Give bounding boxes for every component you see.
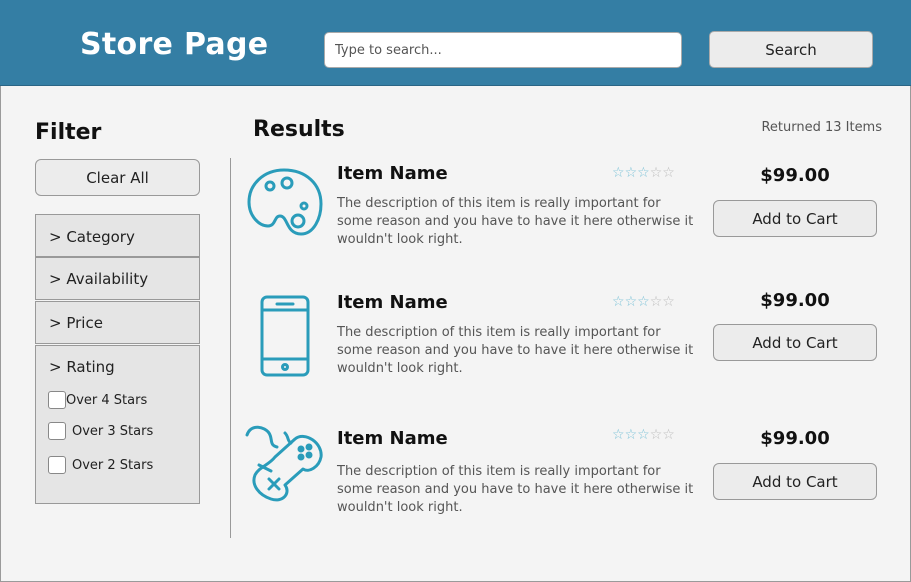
star-rating: ☆☆☆☆☆ <box>612 295 675 309</box>
star-rating: ☆☆☆☆☆ <box>612 428 675 442</box>
star-icon: ☆ <box>624 427 638 443</box>
add-to-cart-button[interactable]: Add to Cart <box>713 324 877 361</box>
filter-price-label: > Price <box>49 314 103 332</box>
rating-option-2[interactable]: Over 2 Stars <box>48 456 153 474</box>
divider <box>230 158 231 538</box>
star-rating: ☆☆☆☆☆ <box>612 166 675 180</box>
rating-option-label: Over 4 Stars <box>66 392 148 408</box>
filter-availability-label: > Availability <box>49 270 149 288</box>
item-description: The description of this item is really i… <box>337 325 694 376</box>
star-icon: ☆ <box>637 294 650 310</box>
filter-rating-label: > Rating <box>49 358 115 376</box>
page-title: Store Page <box>80 27 269 62</box>
item-description: The description of this item is really i… <box>337 196 694 247</box>
checkbox[interactable] <box>48 391 66 409</box>
rating-option-3[interactable]: Over 3 Stars <box>48 422 153 440</box>
star-icon: ☆ <box>624 294 638 310</box>
star-icon: ☆ <box>662 294 675 310</box>
filter-rating[interactable]: > Rating Over 4 Stars Over 3 Stars Over … <box>35 345 200 504</box>
results-heading: Results <box>253 117 345 142</box>
filter-category[interactable]: > Category <box>35 214 200 257</box>
rating-option-label: Over 2 Stars <box>72 457 154 473</box>
item-price: $99.00 <box>760 290 830 311</box>
star-icon: ☆ <box>662 165 675 181</box>
checkbox[interactable] <box>48 422 66 440</box>
filter-availability[interactable]: > Availability <box>35 257 200 300</box>
search-button[interactable]: Search <box>709 31 873 68</box>
star-icon: ☆ <box>649 427 663 443</box>
add-to-cart-button[interactable]: Add to Cart <box>713 463 877 500</box>
star-icon: ☆ <box>649 165 663 181</box>
star-icon: ☆ <box>612 427 625 443</box>
rating-option-label: Over 3 Stars <box>72 423 154 439</box>
star-icon: ☆ <box>637 427 650 443</box>
header-bar: Store Page Search <box>0 0 911 86</box>
item-name[interactable]: Item Name <box>337 292 448 313</box>
gamepad-icon <box>245 425 325 507</box>
add-to-cart-button[interactable]: Add to Cart <box>713 200 877 237</box>
search-input[interactable] <box>324 32 682 68</box>
star-icon: ☆ <box>624 165 638 181</box>
item-name[interactable]: Item Name <box>337 428 448 449</box>
clear-all-button[interactable]: Clear All <box>35 159 200 196</box>
item-description: The description of this item is really i… <box>337 464 694 515</box>
star-icon: ☆ <box>612 165 625 181</box>
star-icon: ☆ <box>649 294 663 310</box>
smartphone-icon <box>260 295 310 381</box>
star-icon: ☆ <box>612 294 625 310</box>
star-icon: ☆ <box>637 165 650 181</box>
star-icon: ☆ <box>662 427 675 443</box>
item-price: $99.00 <box>760 165 830 186</box>
item-price: $99.00 <box>760 428 830 449</box>
filter-heading: Filter <box>35 120 102 145</box>
checkbox[interactable] <box>48 456 66 474</box>
filter-category-label: > Category <box>49 228 135 246</box>
palette-icon <box>246 166 324 242</box>
item-name[interactable]: Item Name <box>337 163 448 184</box>
results-count: Returned 13 Items <box>761 120 882 135</box>
rating-option-4[interactable]: Over 4 Stars <box>48 391 147 409</box>
filter-price[interactable]: > Price <box>35 301 200 344</box>
